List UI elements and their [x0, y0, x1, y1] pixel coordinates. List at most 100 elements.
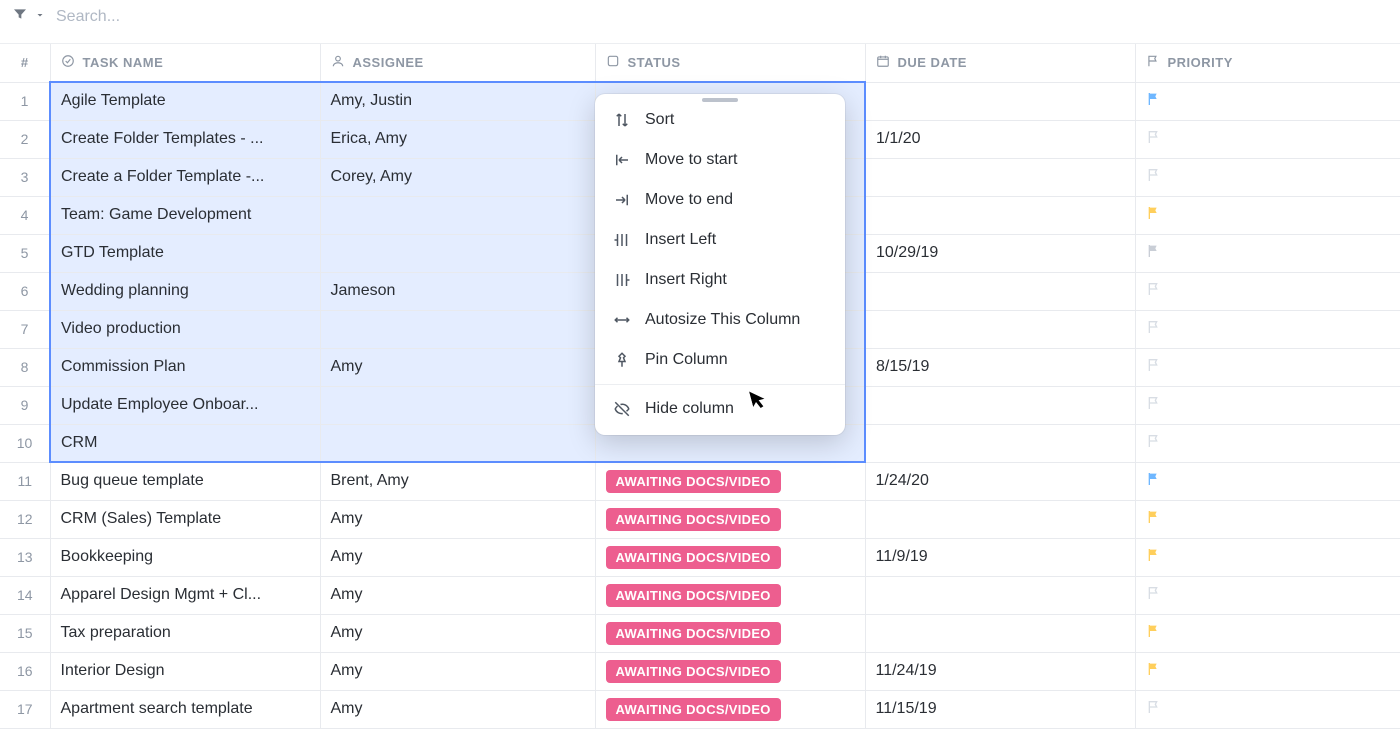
cell-assignee[interactable]: Jameson: [320, 272, 595, 310]
cell-task-name[interactable]: Team: Game Development: [50, 196, 320, 234]
cell-priority[interactable]: [1135, 614, 1400, 652]
cell-due-date[interactable]: 11/24/19: [865, 652, 1135, 690]
cell-priority[interactable]: [1135, 272, 1400, 310]
cell-due-date[interactable]: [865, 576, 1135, 614]
cell-status[interactable]: AWAITING DOCS/VIDEO: [595, 614, 865, 652]
cell-task-name[interactable]: Apparel Design Mgmt + Cl...: [50, 576, 320, 614]
cell-assignee[interactable]: Amy, Justin: [320, 82, 595, 120]
cell-assignee[interactable]: Amy: [320, 652, 595, 690]
cell-task-name[interactable]: Commission Plan: [50, 348, 320, 386]
cell-priority[interactable]: [1135, 120, 1400, 158]
menu-move-to-start[interactable]: Move to start: [595, 140, 845, 180]
menu-insert-left[interactable]: Insert Left: [595, 220, 845, 260]
cell-assignee[interactable]: Amy: [320, 348, 595, 386]
cell-task-name[interactable]: Interior Design: [50, 652, 320, 690]
cell-assignee[interactable]: [320, 424, 595, 462]
cell-assignee[interactable]: Amy: [320, 538, 595, 576]
cell-priority[interactable]: [1135, 462, 1400, 500]
cell-priority[interactable]: [1135, 196, 1400, 234]
cell-due-date[interactable]: 1/1/20: [865, 120, 1135, 158]
table-row[interactable]: 15Tax preparationAmyAWAITING DOCS/VIDEO: [0, 614, 1400, 652]
cell-due-date[interactable]: [865, 272, 1135, 310]
cell-task-name[interactable]: CRM (Sales) Template: [50, 500, 320, 538]
cell-assignee[interactable]: Corey, Amy: [320, 158, 595, 196]
menu-pin-column[interactable]: Pin Column: [595, 340, 845, 380]
menu-insert-right[interactable]: Insert Right: [595, 260, 845, 300]
cell-due-date[interactable]: [865, 196, 1135, 234]
cell-due-date[interactable]: [865, 82, 1135, 120]
menu-sort[interactable]: Sort: [595, 100, 845, 140]
cell-priority[interactable]: [1135, 386, 1400, 424]
cell-due-date[interactable]: 8/15/19: [865, 348, 1135, 386]
cell-assignee[interactable]: [320, 234, 595, 272]
column-header-due-date[interactable]: DUE DATE: [865, 44, 1135, 82]
cell-assignee[interactable]: [320, 196, 595, 234]
cell-priority[interactable]: [1135, 82, 1400, 120]
cell-priority[interactable]: [1135, 234, 1400, 272]
cell-priority[interactable]: [1135, 310, 1400, 348]
cell-priority[interactable]: [1135, 424, 1400, 462]
cell-status[interactable]: AWAITING DOCS/VIDEO: [595, 500, 865, 538]
cell-assignee[interactable]: Amy: [320, 614, 595, 652]
cell-task-name[interactable]: GTD Template: [50, 234, 320, 272]
column-header-status[interactable]: STATUS: [595, 44, 865, 82]
cell-priority[interactable]: [1135, 652, 1400, 690]
cell-priority[interactable]: [1135, 576, 1400, 614]
cell-priority[interactable]: [1135, 348, 1400, 386]
cell-task-name[interactable]: Agile Template: [50, 82, 320, 120]
cell-due-date[interactable]: [865, 386, 1135, 424]
cell-task-name[interactable]: Wedding planning: [50, 272, 320, 310]
table-row[interactable]: 14Apparel Design Mgmt + Cl...AmyAWAITING…: [0, 576, 1400, 614]
cell-priority[interactable]: [1135, 158, 1400, 196]
cell-due-date[interactable]: 11/15/19: [865, 690, 1135, 728]
row-number: 10: [0, 424, 50, 462]
cell-task-name[interactable]: Update Employee Onboar...: [50, 386, 320, 424]
menu-autosize-column[interactable]: Autosize This Column: [595, 300, 845, 340]
cell-due-date[interactable]: 10/29/19: [865, 234, 1135, 272]
cell-status[interactable]: AWAITING DOCS/VIDEO: [595, 576, 865, 614]
column-header-priority[interactable]: PRIORITY: [1135, 44, 1400, 82]
cell-due-date[interactable]: 1/24/20: [865, 462, 1135, 500]
search-input[interactable]: [56, 8, 456, 26]
filter-button[interactable]: [12, 6, 46, 27]
cell-assignee[interactable]: Amy: [320, 500, 595, 538]
menu-move-to-end[interactable]: Move to end: [595, 180, 845, 220]
cell-assignee[interactable]: Amy: [320, 576, 595, 614]
cell-assignee[interactable]: Brent, Amy: [320, 462, 595, 500]
cell-task-name[interactable]: Video production: [50, 310, 320, 348]
cell-status[interactable]: AWAITING DOCS/VIDEO: [595, 538, 865, 576]
cell-assignee[interactable]: Erica, Amy: [320, 120, 595, 158]
table-row[interactable]: 16Interior DesignAmyAWAITING DOCS/VIDEO1…: [0, 652, 1400, 690]
cell-assignee[interactable]: [320, 310, 595, 348]
cell-due-date[interactable]: [865, 614, 1135, 652]
cell-status[interactable]: AWAITING DOCS/VIDEO: [595, 690, 865, 728]
cell-task-name[interactable]: CRM: [50, 424, 320, 462]
table-row[interactable]: 12CRM (Sales) TemplateAmyAWAITING DOCS/V…: [0, 500, 1400, 538]
cell-priority[interactable]: [1135, 690, 1400, 728]
cell-task-name[interactable]: Tax preparation: [50, 614, 320, 652]
column-header-task-name[interactable]: TASK NAME: [50, 44, 320, 82]
cell-due-date[interactable]: 11/9/19: [865, 538, 1135, 576]
cell-status[interactable]: AWAITING DOCS/VIDEO: [595, 462, 865, 500]
column-header-number[interactable]: #: [0, 44, 50, 82]
cell-priority[interactable]: [1135, 500, 1400, 538]
table-row[interactable]: 17Apartment search templateAmyAWAITING D…: [0, 690, 1400, 728]
table-row[interactable]: 13BookkeepingAmyAWAITING DOCS/VIDEO11/9/…: [0, 538, 1400, 576]
table-row[interactable]: 11Bug queue templateBrent, AmyAWAITING D…: [0, 462, 1400, 500]
menu-hide-column[interactable]: Hide column: [595, 389, 845, 429]
priority-flag-icon: [1146, 661, 1162, 677]
column-header-assignee[interactable]: ASSIGNEE: [320, 44, 595, 82]
cell-assignee[interactable]: [320, 386, 595, 424]
cell-due-date[interactable]: [865, 310, 1135, 348]
cell-due-date[interactable]: [865, 158, 1135, 196]
cell-task-name[interactable]: Bookkeeping: [50, 538, 320, 576]
cell-task-name[interactable]: Create Folder Templates - ...: [50, 120, 320, 158]
cell-task-name[interactable]: Create a Folder Template -...: [50, 158, 320, 196]
cell-status[interactable]: AWAITING DOCS/VIDEO: [595, 652, 865, 690]
cell-task-name[interactable]: Bug queue template: [50, 462, 320, 500]
cell-task-name[interactable]: Apartment search template: [50, 690, 320, 728]
cell-due-date[interactable]: [865, 500, 1135, 538]
cell-priority[interactable]: [1135, 538, 1400, 576]
cell-due-date[interactable]: [865, 424, 1135, 462]
cell-assignee[interactable]: Amy: [320, 690, 595, 728]
